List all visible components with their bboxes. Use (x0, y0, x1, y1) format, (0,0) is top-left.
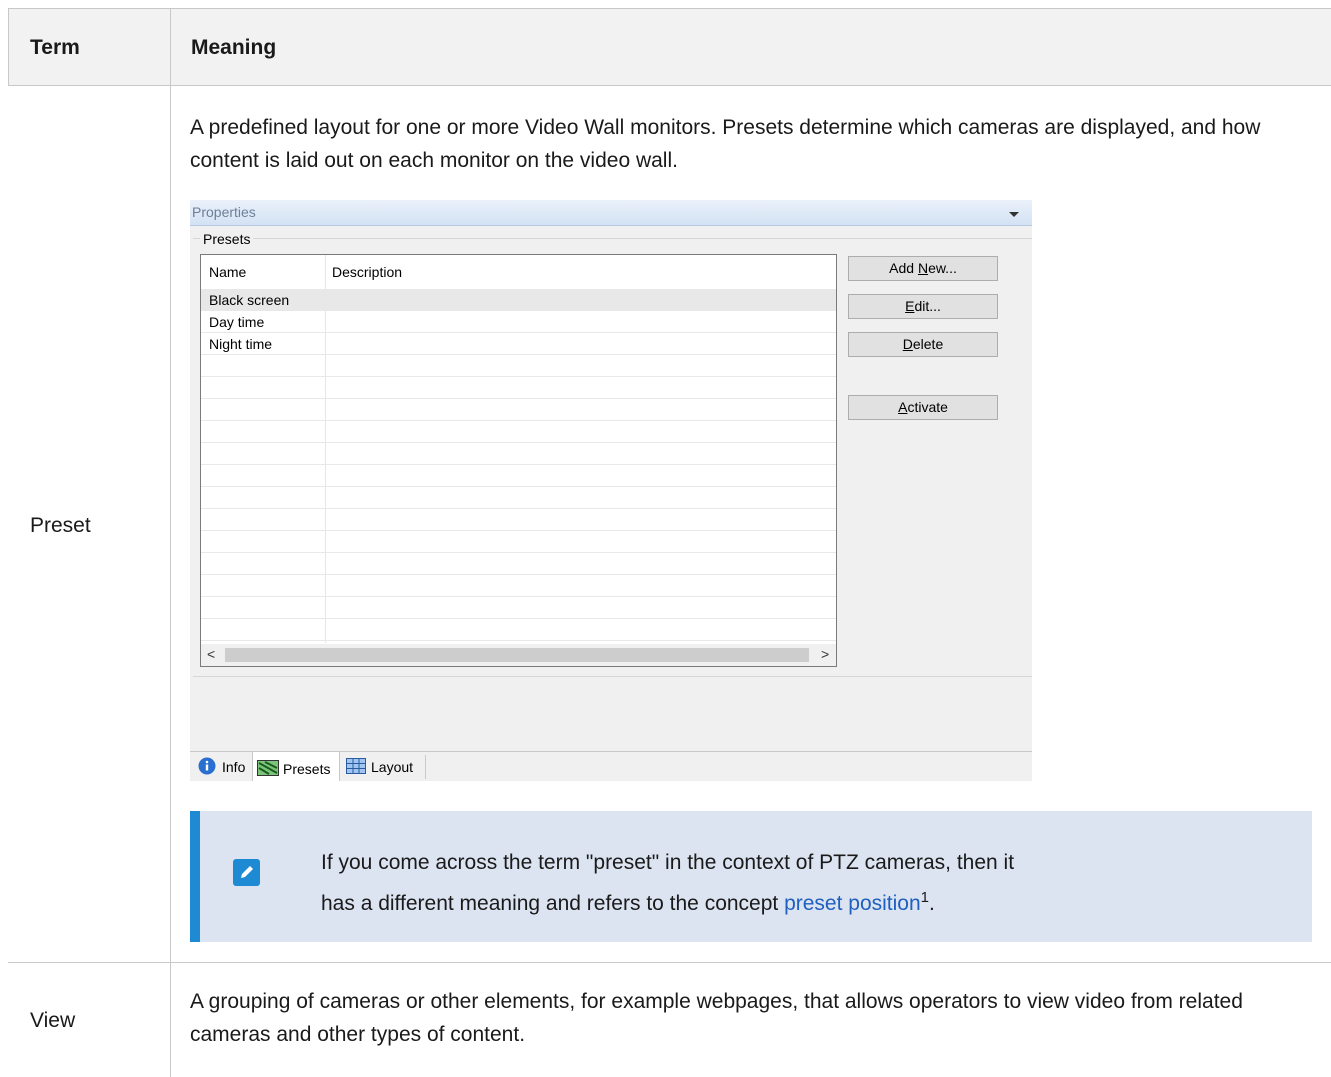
empty-row (201, 487, 836, 509)
edit-button[interactable]: Edit... (848, 294, 998, 319)
properties-title-bar: Properties (190, 200, 1032, 226)
tab-info[interactable]: Info (194, 752, 252, 781)
header-divider (8, 85, 1331, 86)
meaning-preset: A predefined layout for one or more Vide… (190, 116, 1261, 172)
preset-position-link[interactable]: preset position (784, 892, 921, 915)
list-item[interactable]: Day time (201, 311, 836, 333)
empty-row (201, 553, 836, 575)
empty-row (201, 619, 836, 641)
properties-title: Properties (192, 204, 256, 220)
empty-row (201, 575, 836, 597)
empty-row (201, 465, 836, 487)
presets-list[interactable]: Name Description Black screen Day time N… (200, 254, 837, 667)
empty-row (201, 355, 836, 377)
empty-row (201, 443, 836, 465)
layout-grid-icon (346, 758, 366, 774)
activate-button[interactable]: Activate (848, 395, 998, 420)
term-view: View (30, 1009, 76, 1032)
scroll-right-icon[interactable]: > (821, 646, 829, 662)
scroll-left-icon[interactable]: < (207, 646, 215, 662)
empty-row (201, 399, 836, 421)
header-meaning: Meaning (191, 36, 277, 59)
column-description[interactable]: Description (332, 255, 402, 288)
note-pencil-icon (233, 859, 260, 886)
presets-group-label: Presets (200, 231, 254, 247)
list-item[interactable]: Night time (201, 333, 836, 355)
empty-row (201, 531, 836, 553)
tab-separator (425, 755, 426, 779)
table-header: Term Meaning (8, 8, 1331, 85)
tab-presets[interactable]: Presets (252, 752, 340, 781)
terms-table: Term Meaning Preset A predefined layout … (0, 0, 1331, 1077)
table-border-left (8, 8, 9, 85)
column-name[interactable]: Name (209, 255, 246, 288)
scrollbar-thumb[interactable] (225, 648, 809, 662)
table-border-top (8, 8, 1331, 9)
add-new-button[interactable]: Add New... (848, 256, 998, 281)
note-text: If you come across the term "preset" in … (321, 851, 1015, 915)
properties-screenshot: Properties Presets Name Description Blac… (190, 200, 1032, 781)
list-item[interactable]: Black screen (201, 289, 836, 311)
row-divider (8, 962, 1331, 963)
note-box: If you come across the term "preset" in … (190, 811, 1312, 942)
meaning-view: A grouping of cameras or other elements,… (190, 990, 1243, 1046)
presets-icon (257, 760, 279, 776)
empty-row (201, 377, 836, 399)
note-accent-bar (190, 811, 200, 942)
empty-row (201, 597, 836, 619)
tab-layout[interactable]: Layout (342, 752, 426, 781)
delete-button[interactable]: Delete (848, 332, 998, 357)
column-divider (170, 8, 171, 1077)
dropdown-arrow-icon[interactable] (1009, 212, 1019, 217)
term-preset: Preset (30, 514, 91, 537)
empty-row (201, 421, 836, 443)
bottom-tabs: Info Presets Layout (190, 751, 1032, 781)
info-icon (198, 757, 216, 775)
horizontal-scrollbar[interactable]: < > (201, 644, 836, 666)
header-term: Term (30, 36, 80, 59)
empty-row (201, 509, 836, 531)
footnote-marker[interactable]: 1 (921, 889, 929, 906)
